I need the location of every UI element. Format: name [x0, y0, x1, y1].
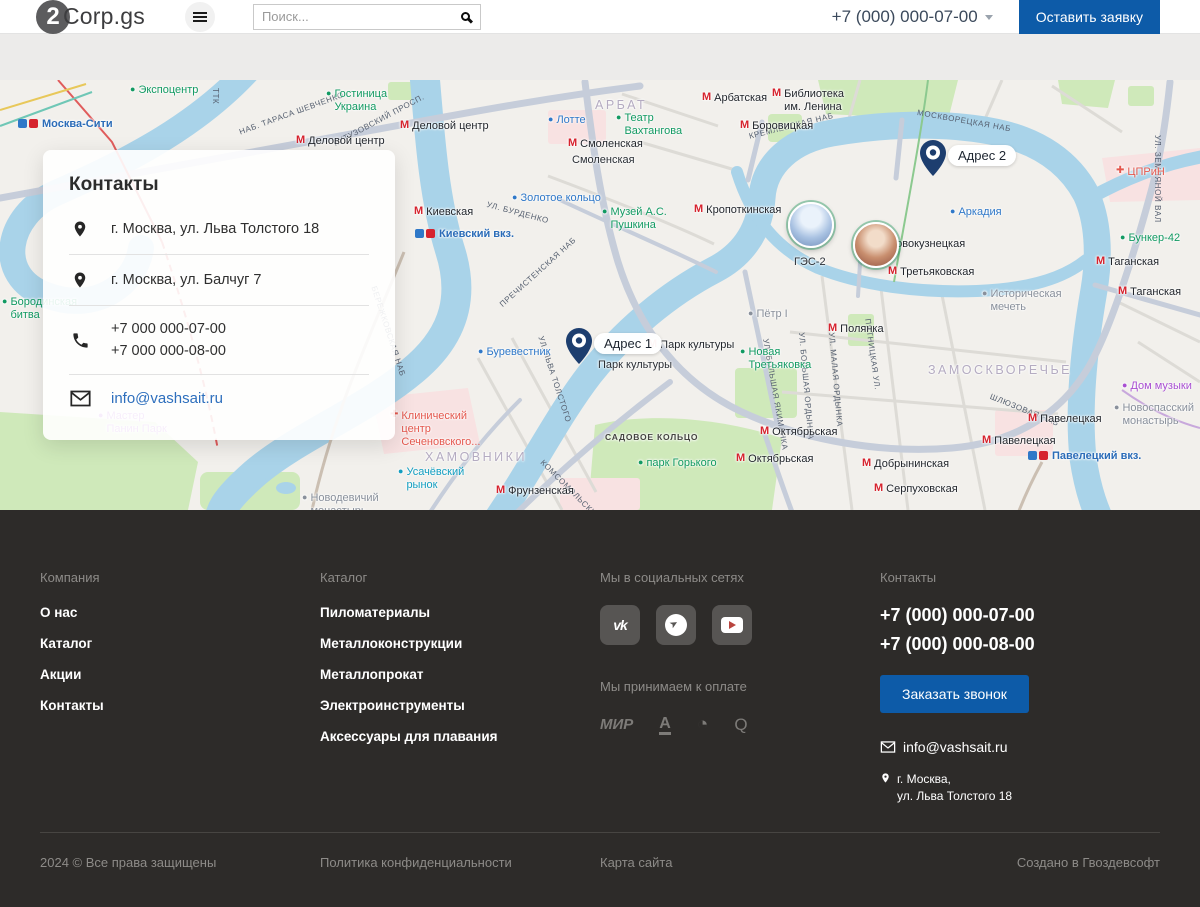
pin-icon [566, 328, 592, 364]
contact-card-title: Контакты [69, 174, 369, 196]
photo-poi[interactable] [853, 222, 899, 268]
map-marker[interactable]: Адрес 2 [920, 140, 946, 181]
map-marker[interactable]: Адрес 1 [566, 328, 592, 369]
pin-icon [920, 140, 946, 176]
footer-social-column: Мы в социальных сетях vk Мы принимаем к … [600, 570, 880, 826]
qiwi-logo [734, 715, 747, 735]
header-phone[interactable]: +7 (000) 000-07-00 [832, 7, 993, 27]
footer-catalog-title: Каталог [320, 570, 600, 585]
location-pin-icon [880, 771, 891, 785]
header: 2 Corp.gs +7 (000) 000-07-00 Оставить за… [0, 0, 1200, 34]
subheader-band [0, 34, 1200, 80]
footer-address-text: г. Москва, ул. Льва Толстого 18 [897, 771, 1012, 806]
envelope-icon [69, 390, 91, 407]
footer-company-link[interactable]: Акции [40, 667, 320, 682]
map[interactable]: АРБАТ ХАМОВНИКИ ЗАМОСКВОРЕЧЬЕ ТТК НАБ. Т… [0, 80, 1200, 510]
copyright: 2024 © Все права защищены [40, 855, 320, 870]
address-1: г. Москва, ул. Льва Толстого 18 [111, 221, 319, 237]
vk-button[interactable]: vk [600, 605, 640, 645]
footer-phone-1[interactable]: +7 (000) 000-07-00 [880, 605, 1160, 626]
phone-icon [69, 331, 91, 350]
footer-phone-2[interactable]: +7 (000) 000-08-00 [880, 634, 1160, 655]
menu-button[interactable] [185, 2, 215, 32]
phones-row: +7 000 000-07-00 +7 000 000-08-00 [69, 306, 369, 375]
location-pin-icon [69, 219, 91, 239]
address-2: г. Москва, ул. Балчуг 7 [111, 272, 262, 288]
order-call-button[interactable]: Заказать звонок [880, 675, 1029, 713]
chevron-down-icon [985, 15, 993, 20]
footer-company-title: Компания [40, 570, 320, 585]
footer-contacts-column: Контакты +7 (000) 000-07-00 +7 (000) 000… [880, 570, 1160, 826]
alfabank-logo [659, 715, 671, 736]
header-right: +7 (000) 000-07-00 Оставить заявку [832, 0, 1200, 33]
marker-label: Адрес 1 [594, 333, 662, 354]
footer-catalog-link[interactable]: Аксессуары для плавания [320, 729, 600, 744]
email-row: info@vashsait.ru [69, 375, 369, 422]
youtube-icon [721, 617, 743, 633]
credits-link[interactable]: Создано в Гвоздевсофт [880, 855, 1160, 870]
footer-address: г. Москва, ул. Льва Толстого 18 [880, 771, 1160, 806]
address-row-2: г. Москва, ул. Балчуг 7 [69, 255, 369, 306]
search-button[interactable] [452, 5, 480, 29]
privacy-link[interactable]: Политика конфиденциальности [320, 855, 600, 870]
mir-logo [600, 716, 633, 734]
card-email-link[interactable]: info@vashsait.ru [111, 390, 223, 407]
social-row: vk [600, 605, 880, 645]
location-pin-icon [69, 270, 91, 290]
sitemap-link[interactable]: Карта сайта [600, 855, 880, 870]
telegram-button[interactable] [656, 605, 696, 645]
footer-email-link[interactable]: info@vashsait.ru [903, 739, 1007, 755]
footer-catalog-link[interactable]: Металлоконструкции [320, 636, 600, 651]
address-row-1: г. Москва, ул. Льва Толстого 18 [69, 204, 369, 255]
footer-company-link[interactable]: О нас [40, 605, 320, 620]
hamburger-icon [193, 16, 207, 18]
card-phone-1[interactable]: +7 000 000-07-00 [111, 321, 226, 337]
request-button[interactable]: Оставить заявку [1019, 0, 1160, 34]
footer-company-link[interactable]: Контакты [40, 698, 320, 713]
footer-columns: Компания О нас Каталог Акции Контакты Катал… [40, 570, 1160, 826]
footer-catalog-column: Каталог Пиломатериалы Металлоконструкции М… [320, 570, 600, 826]
card-phone-2[interactable]: +7 000 000-08-00 [111, 343, 226, 359]
search-icon [461, 12, 470, 21]
footer-company-column: Компания О нас Каталог Акции Контакты [40, 570, 320, 826]
payments-row [600, 714, 880, 736]
contact-card: Контакты г. Москва, ул. Льва Толстого 18… [43, 150, 395, 440]
footer-payments-title: Мы принимаем к оплате [600, 679, 880, 694]
photo-poi[interactable] [788, 202, 834, 248]
footer-catalog-link[interactable]: Электроинструменты [320, 698, 600, 713]
footer-catalog-link[interactable]: Металлопрокат [320, 667, 600, 682]
footer-company-link[interactable]: Каталог [40, 636, 320, 651]
logo-text: Corp.gs [63, 3, 145, 30]
sberbank-logo [697, 714, 708, 736]
footer-social-title: Мы в социальных сетях [600, 570, 880, 585]
search-input[interactable] [254, 9, 452, 24]
footer: Компания О нас Каталог Акции Контакты Катал… [0, 510, 1200, 907]
search-box [253, 4, 481, 30]
footer-contacts-title: Контакты [880, 570, 1160, 585]
vk-icon: vk [613, 617, 627, 633]
footer-email-row: info@vashsait.ru [880, 739, 1160, 755]
telegram-icon [665, 614, 687, 636]
marker-label: Адрес 2 [948, 145, 1016, 166]
envelope-icon [880, 741, 896, 753]
youtube-button[interactable] [712, 605, 752, 645]
header-phone-number: +7 (000) 000-07-00 [832, 7, 978, 27]
logo[interactable]: 2 Corp.gs [36, 0, 145, 34]
footer-bottom-bar: 2024 © Все права защищены Политика конфи… [40, 833, 1160, 870]
footer-catalog-link[interactable]: Пиломатериалы [320, 605, 600, 620]
